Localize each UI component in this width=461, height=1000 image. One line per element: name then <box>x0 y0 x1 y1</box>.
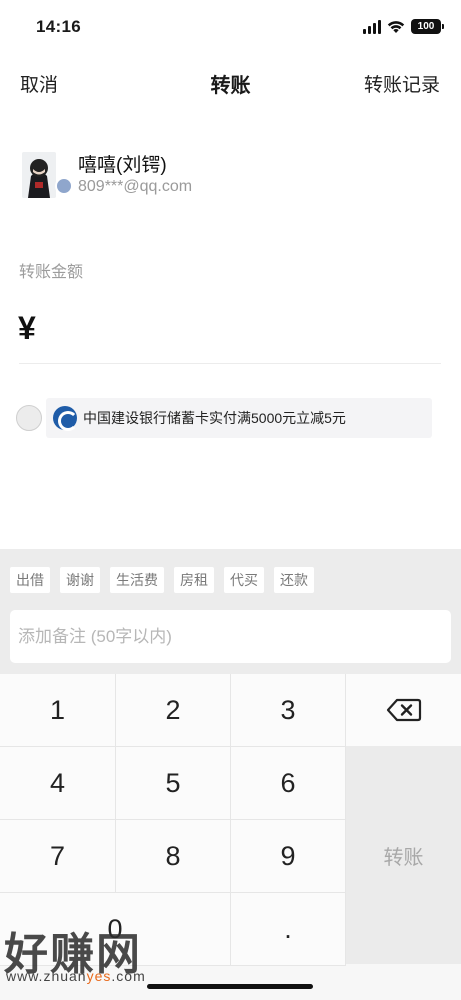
nav-bar: 取消 转账 转账记录 <box>0 62 461 102</box>
key-6[interactable]: 6 <box>231 747 346 820</box>
delete-key[interactable] <box>346 674 461 747</box>
transfer-button[interactable]: 转账 <box>346 746 461 964</box>
battery-icon: 100 <box>411 19 444 34</box>
page-title: 转账 <box>210 75 251 97</box>
status-bar: 14:16 100 <box>0 0 461 54</box>
key-decimal[interactable]: . <box>231 893 346 966</box>
promo-text: 中国建设银行储蓄卡实付满5000元立减5元 <box>83 410 346 426</box>
key-7[interactable]: 7 <box>0 820 116 893</box>
tag-chip[interactable]: 生活费 <box>110 567 164 593</box>
status-time: 14:16 <box>36 17 81 36</box>
key-3[interactable]: 3 <box>231 674 346 747</box>
recipient-account: 809***@qq.com <box>78 178 193 195</box>
tag-chip[interactable]: 出借 <box>10 567 50 593</box>
signal-icon <box>363 19 381 34</box>
tag-chip[interactable]: 代买 <box>224 567 264 593</box>
amount-input[interactable] <box>58 306 438 350</box>
wifi-icon <box>387 20 405 33</box>
tag-chip[interactable]: 房租 <box>174 567 214 593</box>
recipient-card: 嘻嘻(刘锷) 809***@qq.com <box>22 150 442 202</box>
key-2[interactable]: 2 <box>116 674 231 747</box>
recipient-name: 嘻嘻(刘锷) <box>78 155 167 176</box>
key-8[interactable]: 8 <box>116 820 231 893</box>
amount-label: 转账金额 <box>19 264 84 281</box>
tag-row: 出借 谢谢 生活费 房租 代买 还款 <box>10 567 314 593</box>
promo-radio[interactable] <box>16 405 42 431</box>
key-4[interactable]: 4 <box>0 747 116 820</box>
remark-input[interactable] <box>10 610 451 663</box>
remark-panel: 出借 谢谢 生活费 房租 代买 还款 <box>0 549 461 674</box>
divider <box>19 363 441 364</box>
key-9[interactable]: 9 <box>231 820 346 893</box>
backspace-icon <box>386 698 421 722</box>
ccb-bank-icon <box>53 406 78 431</box>
verified-badge-icon <box>55 177 73 195</box>
key-5[interactable]: 5 <box>116 747 231 820</box>
status-icons: 100 <box>363 19 444 34</box>
key-1[interactable]: 1 <box>0 674 116 747</box>
tag-chip[interactable]: 还款 <box>274 567 314 593</box>
watermark: 好赚网 www.zhuanyes.com <box>4 918 194 988</box>
transfer-records-button[interactable]: 转账记录 <box>364 70 440 97</box>
watermark-url: www.zhuanyes.com <box>6 968 146 984</box>
promo-offer[interactable]: 中国建设银行储蓄卡实付满5000元立减5元 <box>46 398 432 438</box>
cancel-button[interactable]: 取消 <box>20 70 58 97</box>
tag-chip[interactable]: 谢谢 <box>60 567 100 593</box>
currency-symbol: ¥ <box>18 310 36 346</box>
home-indicator <box>147 984 313 989</box>
avatar <box>22 152 56 198</box>
